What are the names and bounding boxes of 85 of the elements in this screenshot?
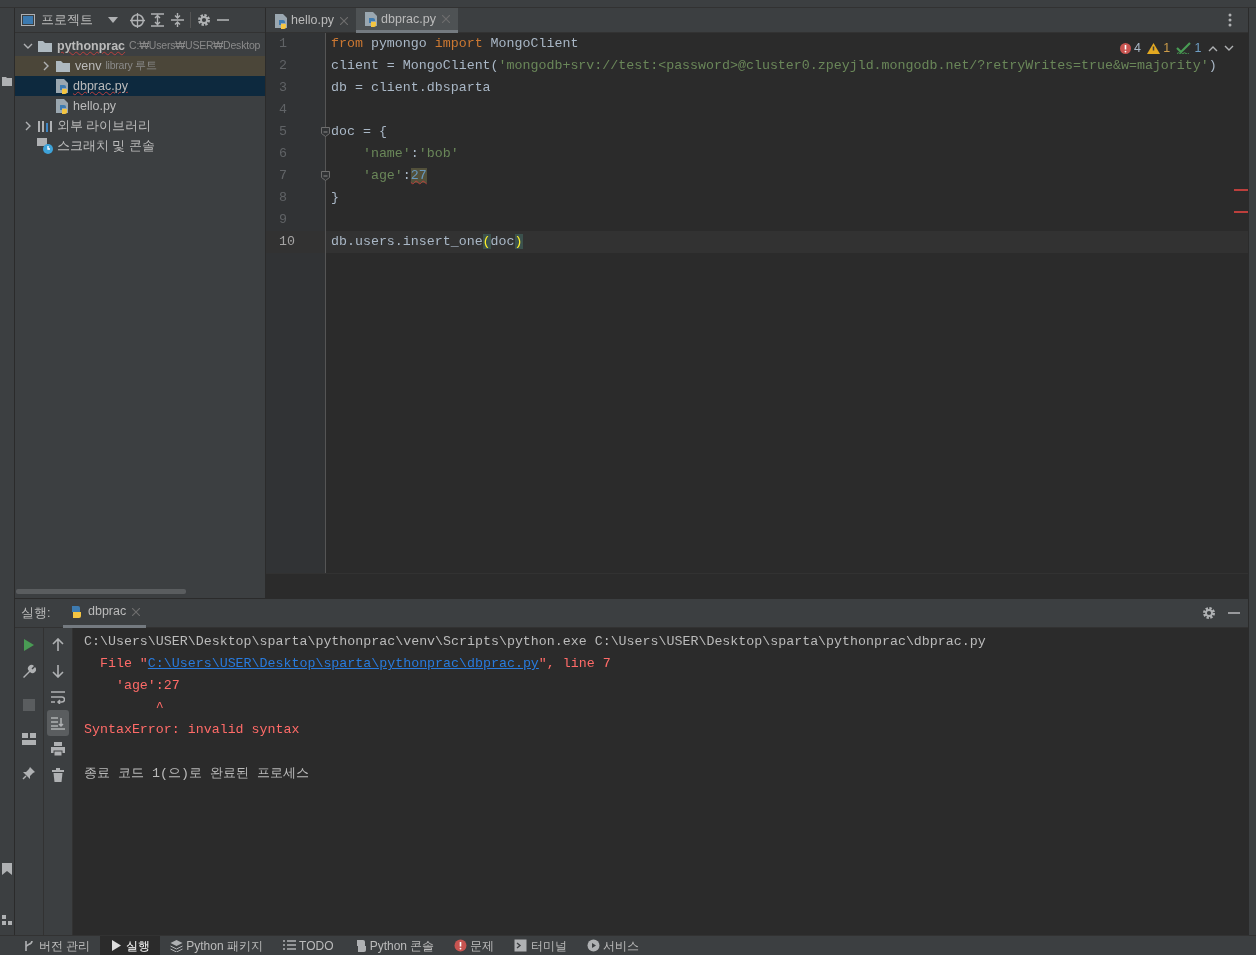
typo-count[interactable]: 1 — [1194, 39, 1202, 58]
code-line: doc = { — [331, 124, 387, 139]
scratch-clock-icon — [37, 138, 53, 155]
check-icon — [1176, 42, 1192, 55]
tool-window-tab[interactable]: Python 콘솔 — [343, 935, 445, 955]
tool-window-tab[interactable]: 터미널 — [504, 935, 577, 955]
tool-window-tab[interactable]: 실행 — [99, 935, 161, 955]
tool-window-tab[interactable]: 서비스 — [576, 935, 649, 955]
up-arrow-icon[interactable] — [52, 638, 64, 652]
terminal-icon — [514, 939, 528, 952]
structure-icon[interactable] — [2, 915, 12, 925]
panel-icon — [21, 14, 35, 26]
tool-window-tab[interactable]: 버전 관리 — [12, 935, 100, 955]
tree-item[interactable]: hello.py — [15, 96, 265, 117]
tree-item[interactable]: pythonprac C:₩Users₩USER₩Desktop — [15, 36, 265, 57]
fold-marker-icon[interactable] — [321, 171, 330, 181]
caret-down-icon — [107, 17, 118, 23]
more-menu-icon[interactable] — [1228, 13, 1232, 27]
bookmark-icon[interactable] — [2, 863, 12, 875]
tree-item[interactable]: dbprac.py — [15, 76, 265, 97]
layers-icon — [170, 939, 184, 952]
wrench-icon[interactable] — [22, 664, 36, 678]
scroll-to-end-icon[interactable] — [51, 716, 65, 730]
print-icon[interactable] — [51, 742, 65, 756]
code-line: 'name':'bob' — [361, 146, 459, 161]
editor-tab[interactable]: hello.py — [266, 8, 357, 33]
chevron-down-icon[interactable] — [23, 42, 33, 51]
error-icon — [1119, 42, 1131, 54]
tool-window-tab[interactable]: 문제 — [444, 935, 505, 955]
library-icon — [37, 119, 53, 134]
error-icon — [454, 939, 468, 952]
run-icon[interactable] — [23, 638, 35, 652]
play-circle-icon — [586, 939, 600, 952]
tree-item[interactable]: 외부 라이브러리 — [15, 116, 265, 137]
code-line: from pymongo import MongoClient — [331, 36, 579, 51]
list-icon — [282, 939, 296, 952]
line-number: 10 — [279, 234, 295, 249]
warning-count[interactable]: 1 — [1163, 39, 1171, 58]
trash-icon[interactable] — [52, 768, 64, 782]
python-file-icon — [274, 12, 288, 29]
code-line: } — [331, 190, 339, 205]
python-file-icon — [55, 78, 69, 95]
console-line: C:\Users\USER\Desktop\sparta\pythonprac\venv\Scripts\python.exe C:\Users\USER\Desktop\sparta\pythonprac\dbprac.py — [84, 634, 986, 650]
chevron-right-icon[interactable] — [24, 121, 32, 132]
pin-icon[interactable] — [22, 766, 36, 780]
chevron-right-icon[interactable] — [42, 61, 50, 72]
tool-window-tab[interactable]: TODO — [272, 935, 344, 955]
editor-tab[interactable]: dbprac.py — [356, 8, 458, 33]
console-line: ^ — [154, 700, 164, 716]
settings-icon[interactable] — [197, 13, 211, 27]
warning-icon — [1147, 42, 1161, 54]
branch-icon — [22, 939, 36, 952]
console-line: 종료 코드 1(으)로 완료된 프로세스 — [84, 766, 309, 782]
tool-window-tab[interactable]: Python 패키지 — [160, 935, 273, 955]
collapse-all-icon[interactable] — [170, 13, 184, 27]
console-line: File "C:\Users\USER\Desktop\sparta\pythonprac\dbprac.py", line 7 — [98, 656, 611, 672]
run-label: 실행: — [21, 604, 51, 622]
console-line: SyntaxError: invalid syntax — [84, 722, 300, 738]
soft-wrap-icon[interactable] — [51, 690, 65, 704]
console-line: 'age':27 — [114, 678, 180, 694]
folder-icon — [37, 39, 53, 54]
fold-marker-icon[interactable] — [321, 127, 330, 137]
code-line: db.users.insert_one(doc) — [331, 234, 523, 249]
python-file-icon — [364, 11, 379, 27]
run-icon — [109, 939, 123, 952]
previous-icon[interactable] — [1207, 44, 1218, 52]
error-count[interactable]: 4 — [1133, 39, 1141, 58]
error-stripe-mark — [1234, 189, 1248, 191]
tree-item[interactable]: venv library 루트 — [15, 56, 265, 77]
target-icon[interactable] — [130, 12, 145, 28]
file-link[interactable]: C:\Users\USER\Desktop\sparta\pythonprac\dbprac.py — [147, 656, 539, 672]
tree-item[interactable]: 스크래치 및 콘솔 — [15, 136, 265, 157]
error-stripe-mark — [1234, 211, 1248, 213]
folder-icon[interactable] — [2, 76, 12, 86]
down-arrow-icon[interactable] — [52, 664, 64, 678]
code-line: client = MongoClient('mongodb+srv://test:<password>@cluster0.zpeyjld.mongodb.net/?retryWrites=true&w=majority') — [331, 58, 1217, 73]
next-icon[interactable] — [1224, 44, 1234, 52]
layout-icon[interactable] — [22, 733, 36, 745]
settings-icon[interactable] — [1202, 606, 1216, 620]
expand-all-icon[interactable] — [151, 13, 165, 27]
python-file-icon — [55, 98, 69, 115]
project-view-dropdown[interactable]: 프로젝트 — [21, 10, 118, 30]
folder-icon — [55, 59, 71, 74]
code-line: db = client.dbsparta — [331, 80, 491, 95]
code-line: 'age':27 — [361, 168, 427, 183]
